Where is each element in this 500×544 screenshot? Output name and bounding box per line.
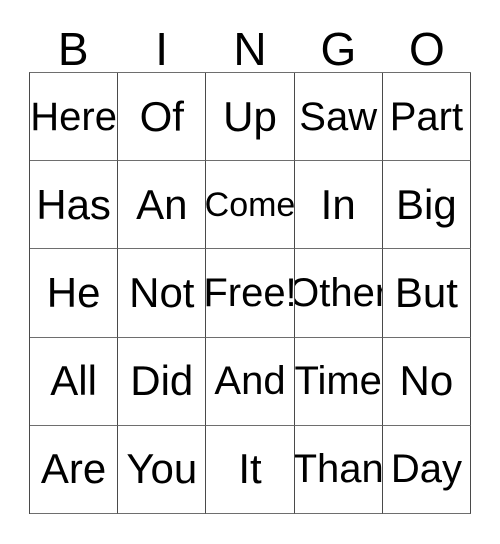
bingo-cell-label: No (399, 357, 454, 405)
bingo-cell-label: But (394, 268, 458, 316)
bingo-cell-label: In (320, 180, 356, 228)
bingo-cell-n1[interactable]: Up (206, 73, 295, 162)
bingo-cell-n4[interactable]: And (206, 337, 295, 426)
bingo-cell-b2[interactable]: Has (30, 161, 119, 250)
bingo-cell-label: Up (223, 92, 277, 140)
bingo-cell-label: And (214, 359, 286, 404)
bingo-cell-n3-free-space[interactable]: Free! (206, 249, 295, 338)
bingo-cell-label: Day (390, 447, 462, 492)
bingo-cell-g3[interactable]: Other (294, 249, 383, 338)
bingo-cell-i5[interactable]: You (118, 425, 207, 514)
bingo-cell-g4[interactable]: Time (294, 337, 383, 426)
bingo-cell-label: Big (396, 180, 457, 228)
bingo-cell-label: Time (294, 359, 382, 404)
bingo-header-letter-i: I (155, 23, 168, 75)
bingo-cell-label: He (46, 268, 101, 316)
bingo-cell-label: Has (36, 180, 111, 228)
bingo-cell-g2[interactable]: In (294, 161, 383, 250)
bingo-cell-o4[interactable]: No (382, 337, 471, 426)
bingo-cell-label: Of (139, 92, 184, 140)
bingo-cell-n2[interactable]: Come (206, 161, 295, 250)
bingo-cell-label: Free! (206, 270, 295, 315)
bingo-cell-n5[interactable]: It (206, 425, 295, 514)
bingo-cell-i1[interactable]: Of (118, 73, 207, 162)
bingo-cell-g5[interactable]: Than (294, 425, 383, 514)
bingo-cell-b4[interactable]: All (30, 337, 119, 426)
bingo-cell-label: Come (206, 185, 295, 224)
bingo-header-letter-g: G (320, 23, 357, 75)
bingo-cell-i2[interactable]: An (118, 161, 207, 250)
bingo-cell-label: Are (40, 445, 107, 493)
bingo-cell-label: Than (294, 447, 383, 492)
bingo-cell-label: An (136, 180, 188, 228)
bingo-cell-label: It (238, 445, 262, 493)
bingo-cell-b1[interactable]: Here (30, 73, 119, 162)
bingo-cell-label: Here (30, 94, 117, 139)
bingo-card: B I N G O Here Of Up Saw Part Has An Com… (0, 0, 500, 544)
bingo-cell-b3[interactable]: He (30, 249, 119, 338)
bingo-cell-label: You (126, 445, 198, 493)
bingo-cell-label: Not (129, 268, 195, 316)
bingo-header-letter-n: N (233, 23, 267, 75)
bingo-header-row: B I N G O (29, 18, 471, 72)
bingo-cell-o5[interactable]: Day (382, 425, 471, 514)
bingo-header-letter-b: B (57, 23, 89, 75)
bingo-cell-i3[interactable]: Not (118, 249, 207, 338)
bingo-cell-label: Other (295, 270, 383, 315)
bingo-cell-label: Part (389, 94, 464, 139)
bingo-cell-o2[interactable]: Big (382, 161, 471, 250)
bingo-cell-g1[interactable]: Saw (294, 73, 383, 162)
bingo-cell-o1[interactable]: Part (382, 73, 471, 162)
bingo-cell-b5[interactable]: Are (30, 425, 119, 514)
bingo-cell-o3[interactable]: But (382, 249, 471, 338)
bingo-header-letter-o: O (408, 23, 445, 75)
bingo-cell-i4[interactable]: Did (118, 337, 207, 426)
bingo-grid: Here Of Up Saw Part Has An Come In Big H… (29, 72, 471, 514)
bingo-cell-label: All (50, 357, 97, 405)
bingo-cell-label: Saw (299, 94, 378, 139)
bingo-cell-label: Did (130, 357, 194, 405)
